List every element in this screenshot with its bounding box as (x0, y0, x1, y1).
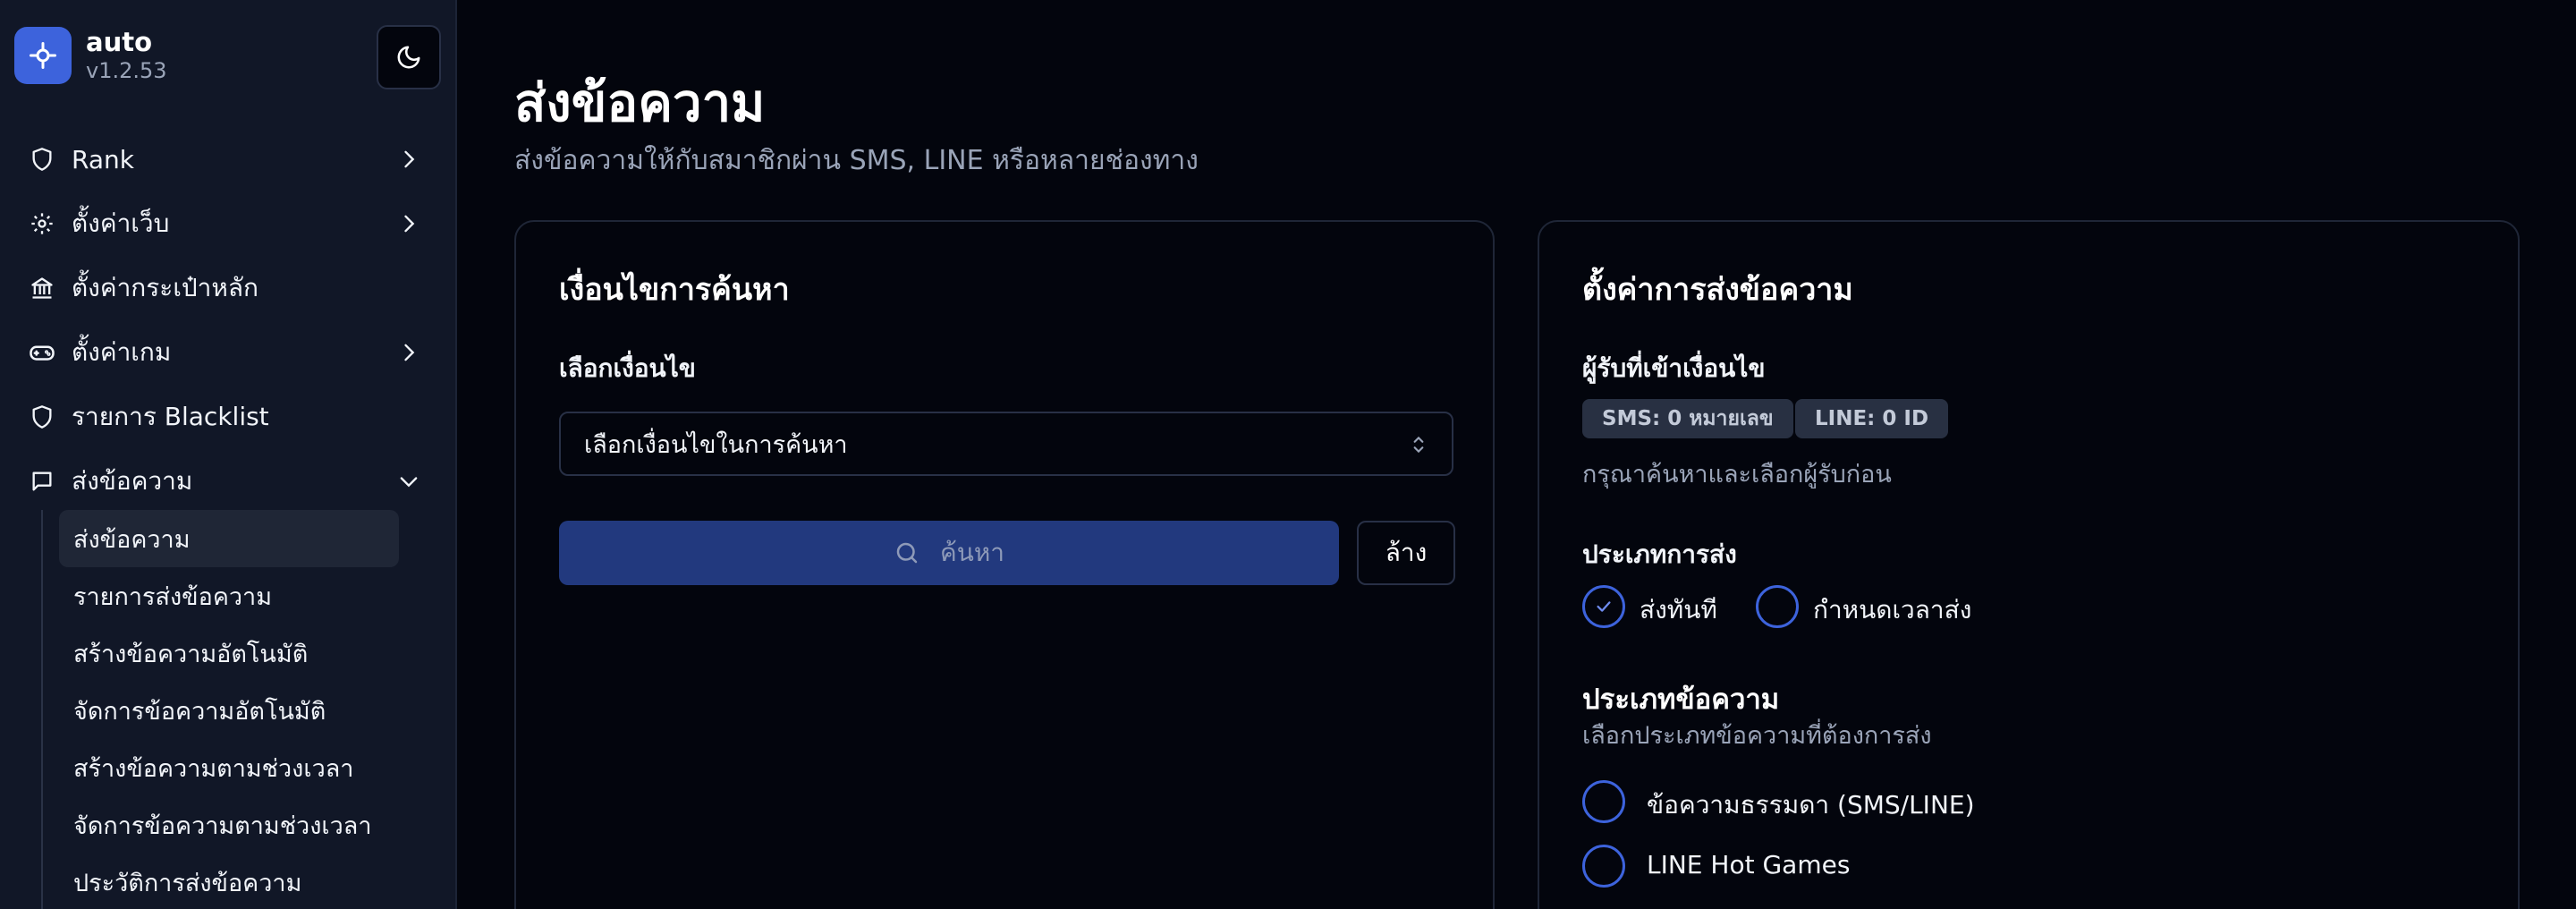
send-scheduled-radio[interactable] (1756, 585, 1799, 628)
brand[interactable]: auto v1.2.53 (14, 27, 167, 84)
sidebar: auto v1.2.53 Rank ตั้งค่าเว็บ ตั้งค่ากระ… (0, 0, 457, 909)
sidebar-item-label: รายการ Blacklist (72, 402, 269, 431)
condition-select[interactable]: เลือกเงื่อนไขในการค้นหา (559, 412, 1453, 476)
send-settings-card: ตั้งค่าการส่งข้อความ ผู้รับที่เข้าเงื่อน… (1538, 220, 2520, 909)
theme-toggle-button[interactable] (377, 25, 441, 89)
message-type-description: เลือกประเภทข้อความที่ต้องการส่ง (1582, 722, 1932, 750)
sidebar-item-label: ตั้งค่าเว็บ (72, 208, 170, 238)
subnav-item-manage-auto-message[interactable]: จัดการข้อความอัตโนมัติ (43, 682, 417, 739)
sidebar-item-rank[interactable]: Rank (0, 127, 455, 191)
sidebar-item-web-settings[interactable]: ตั้งค่าเว็บ (0, 191, 455, 256)
send-now-radio[interactable] (1582, 585, 1625, 628)
sidebar-nav: Rank ตั้งค่าเว็บ ตั้งค่ากระเป๋าหลัก ตั้ง… (0, 127, 455, 514)
search-icon (894, 539, 920, 566)
check-icon (1597, 601, 1611, 612)
bank-icon (29, 275, 55, 302)
sidebar-item-blacklist[interactable]: รายการ Blacklist (0, 385, 455, 449)
message-type-title: ประเภทข้อความ (1582, 684, 1780, 716)
message-type-normal-label[interactable]: ข้อความธรรมดา (SMS/LINE) (1647, 786, 1975, 825)
sidebar-item-label: Rank (72, 144, 134, 174)
chevron-right-icon (404, 150, 415, 168)
message-type-normal-radio[interactable] (1582, 780, 1625, 823)
sidebar-item-label: ตั้งค่าเกม (72, 337, 172, 367)
chevron-up-down-icon (1413, 436, 1424, 454)
subnav-item-create-scheduled-message[interactable]: สร้างข้อความตามช่วงเวลา (43, 739, 417, 796)
settings-card-title: ตั้งค่าการส่งข้อความ (1582, 272, 1853, 308)
page-title: ส่งข้อความ (514, 72, 766, 133)
search-button[interactable]: ค้นหา (559, 521, 1339, 585)
brand-name: auto (86, 27, 153, 57)
chevron-down-icon (400, 477, 418, 488)
subnav-item-message-list[interactable]: รายการส่งข้อความ (43, 567, 417, 624)
sidebar-subnav: ส่งข้อความ รายการส่งข้อความ สร้างข้อความ… (41, 510, 417, 909)
message-type-line-hot-games-radio[interactable] (1582, 845, 1625, 888)
brand-version: v1.2.53 (86, 58, 167, 83)
subnav-item-message-history[interactable]: ประวัติการส่งข้อความ (43, 854, 417, 909)
send-now-label[interactable]: ส่งทันที (1640, 590, 1717, 630)
send-type-label: ประเภทการส่ง (1582, 539, 1737, 569)
sidebar-item-send-message[interactable]: ส่งข้อความ (0, 449, 455, 514)
condition-select-label: เลือกเงื่อนไข (559, 353, 696, 383)
recipients-label: ผู้รับที่เข้าเงื่อนไข (1582, 353, 1766, 383)
page-subtitle: ส่งข้อความให้กับสมาชิกผ่าน SMS, LINE หรื… (514, 145, 1199, 176)
subnav-item-send-message[interactable]: ส่งข้อความ (59, 510, 399, 567)
send-scheduled-label[interactable]: กำหนดเวลาส่ง (1813, 590, 1971, 630)
shield-icon (29, 146, 55, 173)
sidebar-item-game-settings[interactable]: ตั้งค่าเกม (0, 320, 455, 385)
brand-logo-icon (14, 27, 72, 84)
subnav-item-create-auto-message[interactable]: สร้างข้อความอัตโนมัติ (43, 624, 417, 682)
search-card-title: เงื่อนไขการค้นหา (559, 272, 790, 308)
chevron-right-icon (404, 344, 415, 361)
app-root: auto v1.2.53 Rank ตั้งค่าเว็บ ตั้งค่ากระ… (0, 0, 2576, 909)
chevron-right-icon (404, 215, 415, 233)
recipients-hint: กรุณาค้นหาและเลือกผู้รับก่อน (1582, 461, 1892, 488)
sms-count-badge: SMS: 0 หมายเลข (1582, 399, 1793, 438)
subnav-item-manage-scheduled-message[interactable]: จัดการข้อความตามช่วงเวลา (43, 796, 417, 854)
sidebar-item-label: ส่งข้อความ (72, 466, 193, 496)
main-content: ส่งข้อความ ส่งข้อความให้กับสมาชิกผ่าน SM… (457, 0, 2576, 909)
message-type-line-hot-games-label[interactable]: LINE Hot Games (1647, 850, 1850, 879)
sidebar-item-main-wallet[interactable]: ตั้งค่ากระเป๋าหลัก (0, 256, 455, 320)
line-count-badge: LINE: 0 ID (1795, 399, 1949, 438)
search-conditions-card: เงื่อนไขการค้นหา เลือกเงื่อนไข เลือกเงื่… (514, 220, 1495, 909)
clear-button[interactable]: ล้าง (1357, 521, 1455, 585)
condition-select-value: เลือกเงื่อนไขในการค้นหา (584, 430, 848, 459)
sidebar-item-label: ตั้งค่ากระเป๋าหลัก (72, 273, 258, 302)
gamepad-icon (29, 339, 55, 366)
gear-icon (29, 210, 55, 237)
shield-icon (29, 404, 55, 430)
search-button-label: ค้นหา (939, 538, 1005, 567)
message-icon (29, 468, 55, 495)
moon-icon (397, 46, 420, 69)
